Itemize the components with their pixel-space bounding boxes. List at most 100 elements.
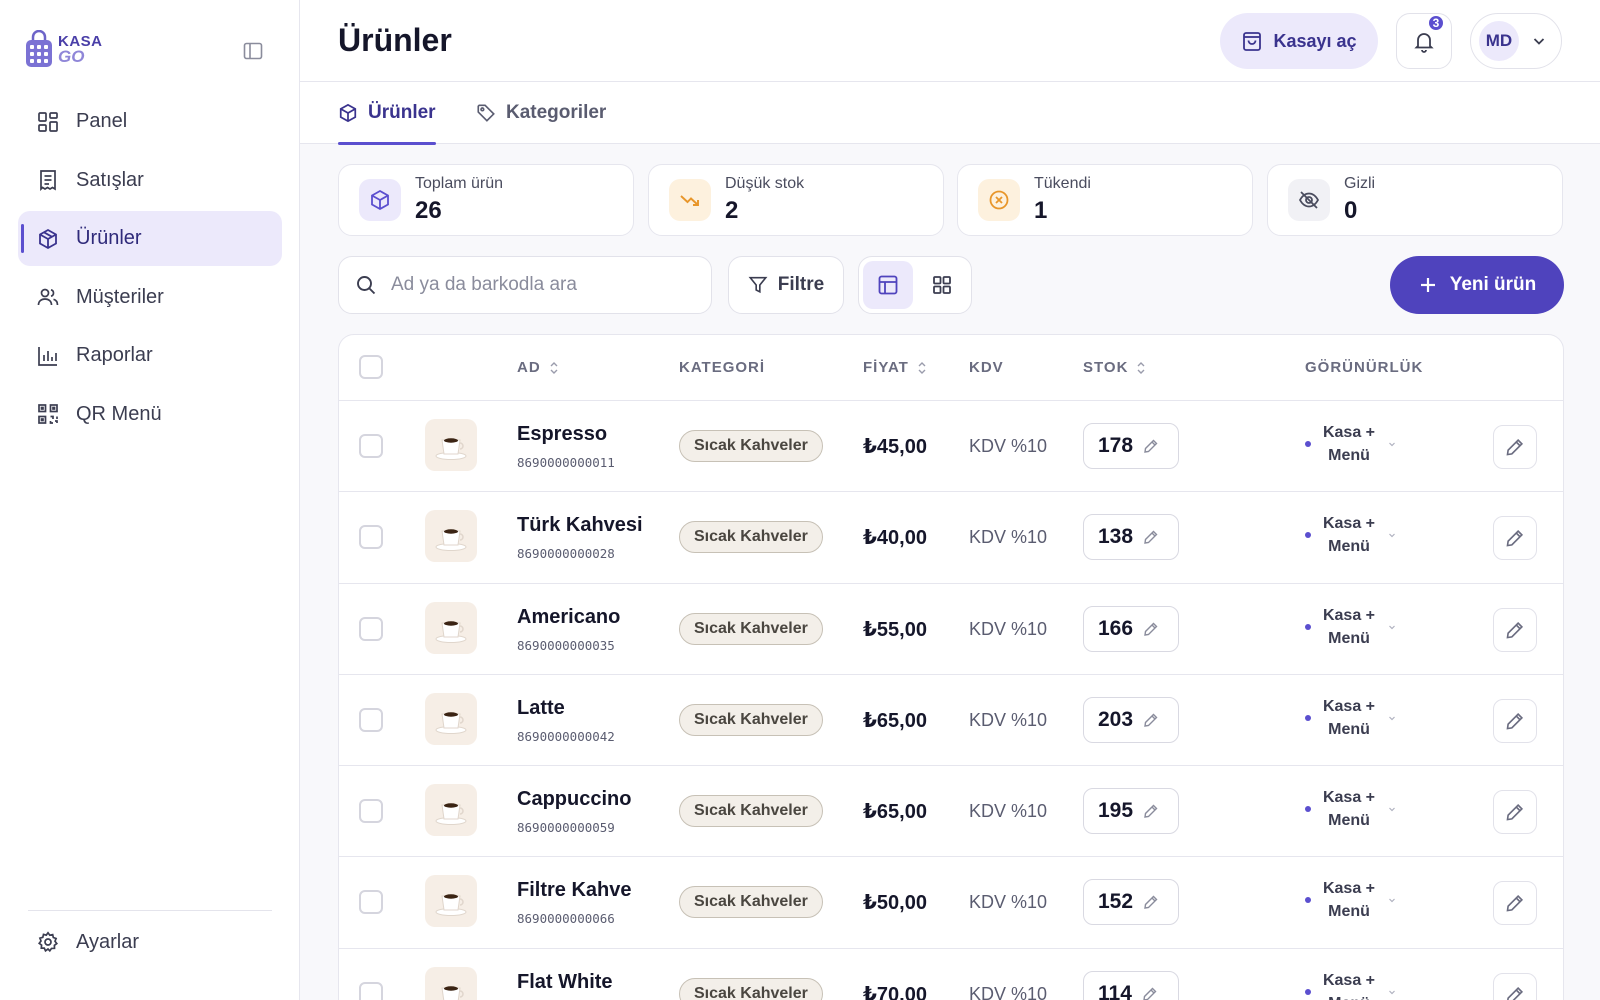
edit-product-button[interactable]: [1493, 607, 1537, 652]
product-price: ₺40,00: [863, 527, 927, 550]
sidebar-item-label: Satışlar: [76, 168, 144, 191]
stat-card-low-stock: Düşük stok 2: [648, 164, 944, 236]
stat-label: Gizli: [1344, 175, 1376, 192]
sidebar-item-reports[interactable]: Raporlar: [18, 328, 282, 383]
tab-bar: Ürünler Kategoriler: [300, 82, 1600, 145]
sidebar-item-label: Raporlar: [76, 344, 153, 366]
visibility-label-line2: Menü: [1328, 447, 1370, 464]
filter-button[interactable]: Filtre: [728, 256, 844, 314]
edit-product-button[interactable]: [1493, 425, 1537, 469]
stock-quick-edit[interactable]: 195: [1083, 788, 1179, 835]
visibility-select[interactable]: Kasa + Menü: [1305, 877, 1397, 923]
sidebar-item-products[interactable]: Ürünler: [18, 211, 282, 266]
edit-product-button[interactable]: [1493, 881, 1537, 926]
page-title: Ürünler: [338, 22, 452, 58]
sidebar-item-settings[interactable]: Ayarlar: [36, 930, 139, 954]
stock-quick-edit[interactable]: 138: [1083, 514, 1179, 561]
row-checkbox[interactable]: [359, 707, 383, 732]
stock-quick-edit[interactable]: 178: [1083, 423, 1179, 469]
app-root: KASA GO Panel Satışlar Ürünler Müşterile…: [0, 0, 1600, 1000]
coffee-cup-icon: [435, 803, 467, 826]
stat-card-out-of-stock: Tükendi 1: [957, 164, 1253, 236]
pencil-icon: [1144, 439, 1158, 453]
shopping-bag-icon: [1243, 32, 1262, 51]
table-view-button[interactable]: [863, 261, 913, 309]
product-vat: KDV %10: [969, 801, 1048, 822]
pencil-icon: [1506, 530, 1524, 547]
category-badge: Sıcak Kahveler: [679, 612, 823, 645]
row-checkbox[interactable]: [359, 434, 383, 458]
row-checkbox[interactable]: [359, 981, 383, 1000]
chevron-down-icon: [1389, 899, 1395, 903]
category-badge: Sıcak Kahveler: [679, 795, 823, 828]
coffee-cup-icon: [435, 438, 467, 460]
notifications-button[interactable]: 3: [1396, 13, 1452, 69]
add-product-button[interactable]: Yeni ürün: [1390, 256, 1564, 314]
avatar: MD: [1479, 21, 1519, 61]
table-row: Americano 8690000000035 Sıcak Kahveler ₺…: [339, 584, 1563, 675]
visibility-select[interactable]: Kasa + Menü: [1305, 512, 1397, 558]
sidebar-item-qr-menu[interactable]: QR Menü: [18, 387, 282, 442]
edit-product-button[interactable]: [1493, 516, 1537, 561]
search-input[interactable]: [391, 274, 691, 296]
edit-product-button[interactable]: [1493, 972, 1537, 1000]
user-menu-button[interactable]: MD: [1470, 13, 1562, 69]
grid-view-button[interactable]: [917, 261, 967, 309]
pencil-icon: [1144, 530, 1158, 545]
shopping-bag-logo-icon: [26, 30, 52, 67]
sort-icon: [550, 361, 558, 374]
stat-value: 0: [1344, 197, 1358, 224]
visibility-select[interactable]: Kasa + Menü: [1305, 695, 1397, 741]
visibility-label: Kasa + Menü: [1321, 421, 1377, 467]
box-icon: [36, 227, 60, 251]
column-header-name[interactable]: AD: [517, 359, 559, 376]
row-checkbox[interactable]: [359, 525, 383, 550]
pencil-icon: [1506, 712, 1524, 730]
visibility-select[interactable]: Kasa + Menü: [1305, 786, 1397, 832]
sidebar-divider: [28, 910, 272, 911]
table-row: Filtre Kahve 8690000000066 Sıcak Kahvele…: [339, 857, 1563, 949]
row-checkbox[interactable]: [359, 799, 383, 824]
stock-quick-edit[interactable]: 152: [1083, 879, 1179, 926]
stock-quick-edit[interactable]: 166: [1083, 605, 1179, 652]
x-circle-icon: [978, 179, 1020, 221]
stock-quick-edit[interactable]: 203: [1083, 696, 1179, 743]
add-product-label: Yeni ürün: [1449, 274, 1537, 295]
product-barcode: 8690000000042: [517, 728, 615, 744]
sidebar-item-panel[interactable]: Panel: [18, 94, 282, 149]
visibility-select[interactable]: Kasa + Menü: [1305, 421, 1397, 467]
edit-product-button[interactable]: [1493, 790, 1537, 835]
table-row: Türk Kahvesi 8690000000028 Sıcak Kahvele…: [339, 492, 1563, 584]
stock-quick-edit[interactable]: 114: [1083, 970, 1179, 1000]
sidebar-item-customers[interactable]: Müşteriler: [18, 270, 282, 325]
column-header-stock[interactable]: STOK: [1083, 359, 1146, 376]
pencil-icon: [1144, 713, 1158, 727]
category-badge: Sıcak Kahveler: [679, 977, 823, 1000]
tab-categories[interactable]: Kategoriler: [476, 82, 606, 144]
sidebar-item-label: Panel: [76, 110, 128, 132]
visibility-label: Kasa + Menü: [1321, 786, 1377, 832]
column-header-label: KDV: [969, 359, 1004, 376]
sort-icon: [1137, 361, 1145, 374]
visibility-select[interactable]: Kasa + Menü: [1305, 604, 1397, 650]
sidebar-item-sales[interactable]: Satışlar: [18, 153, 282, 208]
select-all-checkbox[interactable]: [359, 355, 383, 379]
edit-product-button[interactable]: [1493, 698, 1537, 743]
category-badge: Sıcak Kahveler: [679, 521, 823, 554]
open-register-button[interactable]: Kasayı aç: [1220, 13, 1378, 69]
chevron-down-icon: [1389, 442, 1395, 447]
row-checkbox[interactable]: [359, 890, 383, 915]
sidebar-toggle-button[interactable]: [242, 40, 264, 62]
visibility-select[interactable]: Kasa + Menü: [1305, 969, 1397, 1000]
visibility-label-line1: Kasa +: [1322, 789, 1376, 807]
column-header-price[interactable]: FİYAT: [863, 359, 927, 376]
column-header-label: AD: [517, 359, 541, 376]
pencil-icon: [1506, 621, 1524, 639]
tab-label: Ürünler: [368, 102, 436, 123]
top-bar: Ürünler Kasayı aç 3 MD: [300, 0, 1600, 82]
receipt-icon: [36, 168, 60, 192]
stat-label: Tükendi: [1034, 175, 1091, 192]
tab-products[interactable]: Ürünler: [338, 82, 436, 145]
open-register-label: Kasayı aç: [1273, 30, 1357, 51]
row-checkbox[interactable]: [359, 616, 383, 641]
